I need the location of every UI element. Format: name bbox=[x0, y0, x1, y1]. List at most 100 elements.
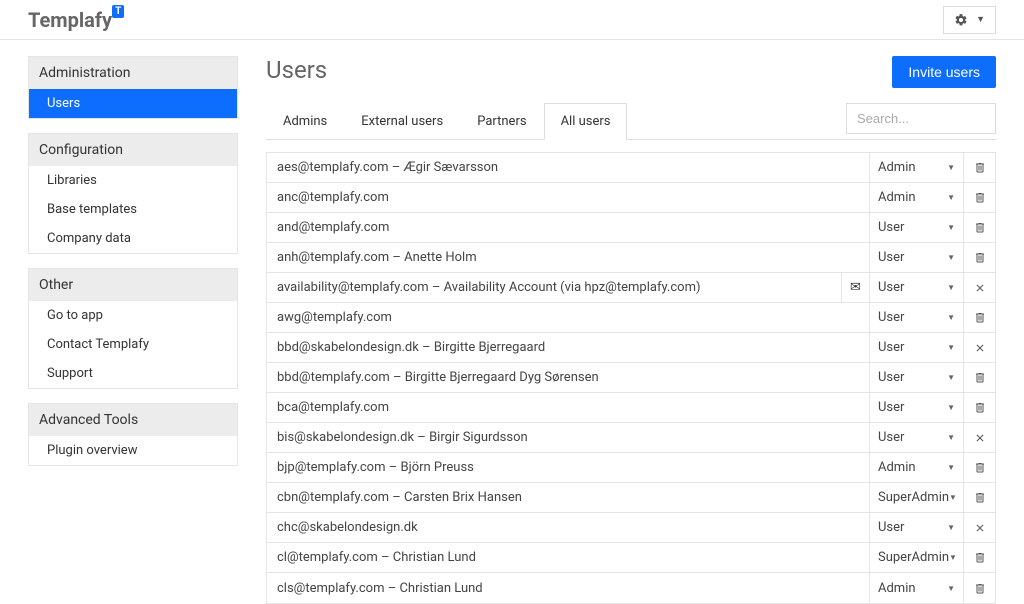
sidebar-item-go-to-app[interactable]: Go to app bbox=[29, 301, 237, 330]
sidebar-item-base-templates[interactable]: Base templates bbox=[29, 195, 237, 224]
caret-down-icon: ▼ bbox=[947, 584, 955, 593]
close-icon bbox=[974, 342, 986, 354]
tab-admins[interactable]: Admins bbox=[266, 103, 344, 140]
role-select[interactable]: User ▼ bbox=[869, 513, 963, 542]
role-select[interactable]: User▼ bbox=[869, 423, 963, 452]
delete-user-button[interactable] bbox=[963, 483, 995, 512]
role-select[interactable]: User ▼ bbox=[869, 363, 963, 392]
sidebar-header: Administration bbox=[29, 57, 237, 89]
role-label: Admin bbox=[878, 581, 916, 596]
delete-user-button[interactable] bbox=[963, 213, 995, 242]
close-icon bbox=[974, 522, 986, 534]
user-display: anc@templafy.com bbox=[267, 183, 869, 212]
user-row: aes@templafy.com – Ægir SævarssonAdmin▼ bbox=[267, 153, 995, 183]
trash-icon bbox=[974, 311, 986, 324]
user-display: aes@templafy.com – Ægir Sævarsson bbox=[267, 153, 869, 182]
delete-user-button[interactable] bbox=[963, 453, 995, 482]
caret-down-icon: ▼ bbox=[947, 523, 955, 532]
user-row: cl@templafy.com – Christian LundSuperAdm… bbox=[267, 543, 995, 573]
user-display: cbn@templafy.com – Carsten Brix Hansen bbox=[267, 483, 869, 512]
invite-users-button[interactable]: Invite users bbox=[892, 56, 996, 88]
role-select[interactable]: Admin▼ bbox=[869, 153, 963, 182]
user-display: bis@skabelondesign.dk – Birgir Sigurdsso… bbox=[267, 423, 869, 452]
caret-down-icon: ▼ bbox=[976, 14, 985, 25]
remove-user-button[interactable] bbox=[963, 333, 995, 362]
trash-icon bbox=[974, 551, 986, 564]
user-row: awg@templafy.comUser▼ bbox=[267, 303, 995, 333]
user-row: cbn@templafy.com – Carsten Brix HansenSu… bbox=[267, 483, 995, 513]
brand-badge: T bbox=[112, 5, 124, 18]
role-label: User bbox=[878, 340, 904, 355]
gear-icon bbox=[954, 13, 968, 27]
delete-user-button[interactable] bbox=[963, 243, 995, 272]
role-label: User bbox=[878, 220, 904, 235]
role-select[interactable]: SuperAdmin▼ bbox=[869, 483, 963, 512]
role-label: User bbox=[878, 280, 904, 295]
remove-user-button[interactable] bbox=[963, 513, 995, 542]
delete-user-button[interactable] bbox=[963, 543, 995, 572]
delete-user-button[interactable] bbox=[963, 363, 995, 392]
caret-down-icon: ▼ bbox=[947, 223, 955, 232]
delete-user-button[interactable] bbox=[963, 393, 995, 422]
remove-user-button[interactable] bbox=[963, 423, 995, 452]
caret-down-icon: ▼ bbox=[949, 553, 957, 562]
role-label: User bbox=[878, 520, 904, 535]
role-select[interactable]: Admin ▼ bbox=[869, 453, 963, 482]
user-row: and@templafy.comUser▼ bbox=[267, 213, 995, 243]
role-select[interactable]: User▼ bbox=[869, 303, 963, 332]
close-icon bbox=[974, 432, 986, 444]
sidebar-item-support[interactable]: Support bbox=[29, 359, 237, 388]
sidebar-section-administration: Administration Users bbox=[28, 56, 238, 119]
remove-user-button[interactable] bbox=[963, 273, 995, 302]
sidebar-item-contact-templafy[interactable]: Contact Templafy bbox=[29, 330, 237, 359]
trash-icon bbox=[974, 582, 986, 595]
user-display: bbd@skabelondesign.dk – Birgitte Bjerreg… bbox=[267, 333, 869, 362]
user-display: anh@templafy.com – Anette Holm bbox=[267, 243, 869, 272]
sidebar-header: Other bbox=[29, 269, 237, 301]
sidebar-item-libraries[interactable]: Libraries bbox=[29, 166, 237, 195]
envelope-icon[interactable]: ✉ bbox=[841, 273, 869, 302]
caret-down-icon: ▼ bbox=[947, 433, 955, 442]
sidebar-section-configuration: Configuration Libraries Base templates C… bbox=[28, 133, 238, 254]
sidebar-section-other: Other Go to app Contact Templafy Support bbox=[28, 268, 238, 389]
caret-down-icon: ▼ bbox=[947, 163, 955, 172]
tab-external-users[interactable]: External users bbox=[344, 103, 460, 140]
caret-down-icon: ▼ bbox=[947, 463, 955, 472]
search-input[interactable] bbox=[846, 103, 996, 134]
role-label: Admin bbox=[878, 460, 916, 475]
role-label: User bbox=[878, 370, 904, 385]
user-row: bjp@templafy.com – Björn PreussAdmin▼ bbox=[267, 453, 995, 483]
user-row: bbd@templafy.com – Birgitte Bjerregaard … bbox=[267, 363, 995, 393]
users-table: aes@templafy.com – Ægir SævarssonAdmin▼a… bbox=[266, 152, 996, 604]
delete-user-button[interactable] bbox=[963, 153, 995, 182]
main-content: Users Invite users Admins External users… bbox=[266, 56, 996, 604]
caret-down-icon: ▼ bbox=[947, 403, 955, 412]
caret-down-icon: ▼ bbox=[947, 373, 955, 382]
sidebar-item-users[interactable]: Users bbox=[29, 89, 237, 118]
delete-user-button[interactable] bbox=[963, 303, 995, 332]
brand-name: Templafy bbox=[28, 8, 112, 32]
user-display: awg@templafy.com bbox=[267, 303, 869, 332]
role-select[interactable]: User ▼ bbox=[869, 213, 963, 242]
user-display: bbd@templafy.com – Birgitte Bjerregaard … bbox=[267, 363, 869, 392]
role-select[interactable]: SuperAdmin▼ bbox=[869, 543, 963, 572]
tab-partners[interactable]: Partners bbox=[460, 103, 543, 140]
sidebar-item-plugin-overview[interactable]: Plugin overview bbox=[29, 436, 237, 465]
role-select[interactable]: User▼ bbox=[869, 273, 963, 302]
sidebar-item-company-data[interactable]: Company data bbox=[29, 224, 237, 253]
brand-logo: Templafy T bbox=[28, 8, 126, 32]
user-row: anh@templafy.com – Anette HolmUser▼ bbox=[267, 243, 995, 273]
role-select[interactable]: Admin▼ bbox=[869, 183, 963, 212]
delete-user-button[interactable] bbox=[963, 183, 995, 212]
caret-down-icon: ▼ bbox=[947, 253, 955, 262]
tab-all-users[interactable]: All users bbox=[544, 103, 628, 140]
role-select[interactable]: User▼ bbox=[869, 333, 963, 362]
user-row: bis@skabelondesign.dk – Birgir Sigurdsso… bbox=[267, 423, 995, 453]
role-select[interactable]: User▼ bbox=[869, 243, 963, 272]
caret-down-icon: ▼ bbox=[947, 313, 955, 322]
role-select[interactable]: User▼ bbox=[869, 393, 963, 422]
sidebar-header: Advanced Tools bbox=[29, 404, 237, 436]
tabs: Admins External users Partners All users bbox=[266, 102, 627, 139]
settings-dropdown[interactable]: ▼ bbox=[943, 6, 996, 34]
trash-icon bbox=[974, 371, 986, 384]
